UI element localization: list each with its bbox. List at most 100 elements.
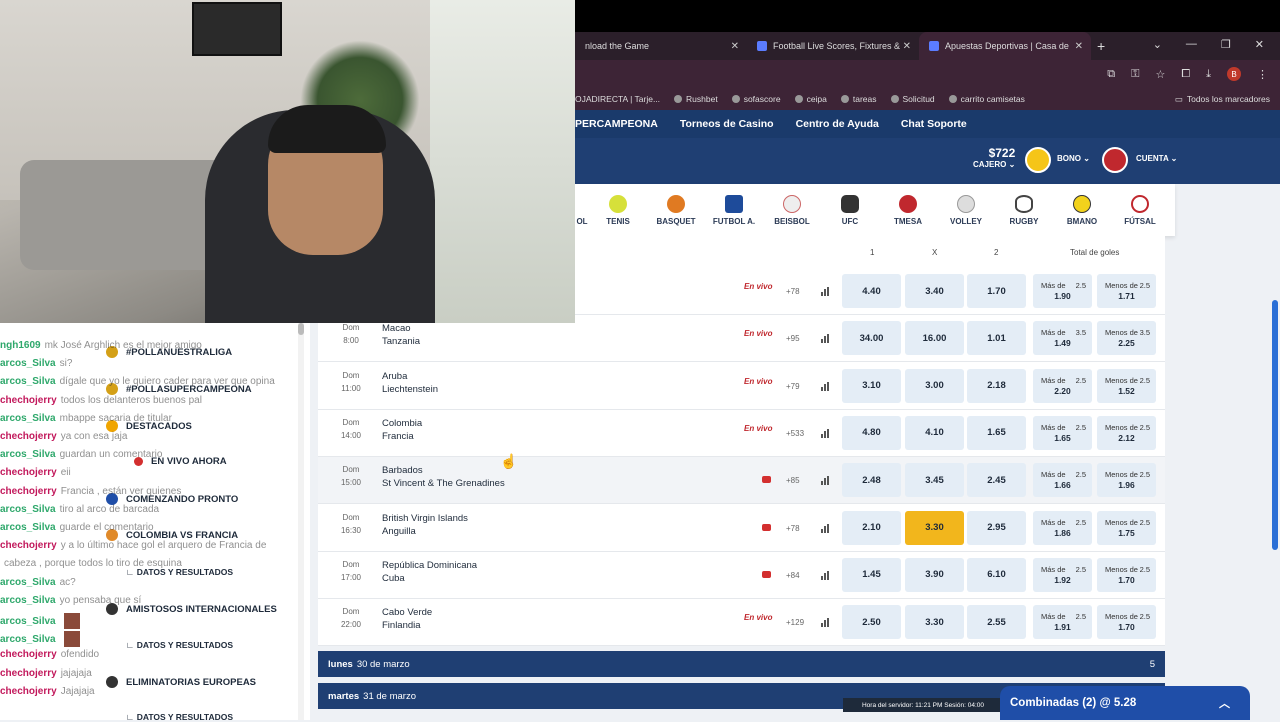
browser-tab[interactable]: Football Live Scores, Fixtures & ✕: [747, 32, 919, 60]
odd-home[interactable]: 4.80: [842, 415, 901, 450]
stats-icon[interactable]: [821, 476, 830, 486]
odd-over[interactable]: Más de 2.5 1.90: [1033, 274, 1092, 308]
key-icon[interactable]: ⚿: [1131, 68, 1139, 81]
odd-home[interactable]: 2.50: [842, 605, 901, 640]
more-markets[interactable]: +533: [786, 429, 804, 438]
stream-icon[interactable]: [762, 476, 771, 484]
team-home[interactable]: República Dominicana: [382, 560, 477, 571]
close-icon[interactable]: ✕: [731, 41, 739, 52]
more-markets[interactable]: +78: [786, 524, 800, 533]
odd-away[interactable]: 1.70: [967, 274, 1026, 308]
sport-tmesa[interactable]: TMESA: [879, 194, 937, 226]
odd-away[interactable]: 2.45: [967, 463, 1026, 498]
extensions-icon[interactable]: ⧠: [1181, 68, 1190, 81]
bookmark[interactable]: ceipa: [794, 94, 827, 104]
profile-avatar[interactable]: B: [1227, 67, 1241, 81]
sidebar-item-amistosos[interactable]: AMISTOSOS INTERNACIONALES: [106, 603, 277, 615]
match-row[interactable]: Dom 17:00 República Dominicana Cuba +84 1.45 3…: [318, 551, 1165, 599]
odd-away[interactable]: 1.01: [967, 321, 1026, 356]
team-away[interactable]: St Vincent & The Grenadines: [382, 478, 505, 489]
team-away[interactable]: Tanzania: [382, 336, 420, 347]
team-away[interactable]: Liechtenstein: [382, 384, 438, 395]
sport-beisbol[interactable]: BEISBOL: [763, 194, 821, 226]
odd-away[interactable]: 2.95: [967, 510, 1026, 545]
sport-volley[interactable]: VOLLEY: [937, 194, 995, 226]
chevron-down-icon[interactable]: ⌄: [1153, 38, 1162, 51]
team-away[interactable]: Finlandia: [382, 620, 421, 631]
odd-over[interactable]: Más de 2.5 1.92: [1033, 557, 1092, 592]
stream-icon[interactable]: [762, 570, 771, 578]
odd-away[interactable]: 2.55: [967, 605, 1026, 640]
team-away[interactable]: Francia: [382, 431, 414, 442]
stats-icon[interactable]: [821, 428, 830, 438]
odd-under[interactable]: Menos de 2.5 1.52: [1097, 368, 1156, 403]
more-markets[interactable]: +129: [786, 618, 804, 627]
odd-away[interactable]: 2.18: [967, 368, 1026, 403]
odd-over[interactable]: Más de 2.5 2.20: [1033, 368, 1092, 403]
team-home[interactable]: Colombia: [382, 418, 422, 429]
more-markets[interactable]: +85: [786, 476, 800, 485]
stream-icon[interactable]: [762, 523, 771, 531]
menu-icon[interactable]: ⋮: [1257, 68, 1268, 81]
odd-home[interactable]: 3.10: [842, 368, 901, 403]
bookmark[interactable]: carrito camisetas: [948, 94, 1025, 104]
odd-home[interactable]: 2.10: [842, 510, 901, 545]
more-markets[interactable]: +79: [786, 382, 800, 391]
bono-icon[interactable]: [1025, 147, 1051, 173]
odd-over[interactable]: Más de 2.5 1.86: [1033, 510, 1092, 545]
bookmark[interactable]: sofascore: [731, 94, 781, 104]
match-row[interactable]: Dom 22:00 Cabo Verde Finlandia En vivo +129 2.…: [318, 599, 1165, 647]
chevron-up-icon[interactable]: ︿: [1219, 695, 1230, 711]
browser-tab[interactable]: nload the Game ✕: [575, 32, 747, 60]
odd-draw[interactable]: 3.30: [905, 510, 964, 545]
close-window-icon[interactable]: ✕: [1255, 38, 1264, 51]
new-tab-button[interactable]: +: [1097, 38, 1105, 54]
stats-icon[interactable]: [821, 381, 830, 391]
odd-draw[interactable]: 16.00: [905, 321, 964, 356]
nav-item[interactable]: Centro de Ayuda: [796, 118, 879, 130]
sport-rugby[interactable]: RUGBY: [995, 194, 1053, 226]
sidebar-sub-datos[interactable]: ∟ DATOS Y RESULTADOS: [126, 640, 233, 650]
page-scrollbar[interactable]: [1272, 300, 1278, 550]
browser-tab-active[interactable]: Apuestas Deportivas | Casa de ✕: [919, 32, 1091, 60]
install-icon[interactable]: ⧉: [1107, 68, 1115, 81]
team-home[interactable]: Cabo Verde: [382, 607, 432, 618]
sidebar-sub-datos[interactable]: ∟ DATOS Y RESULTADOS: [126, 567, 233, 577]
combinadas-betslip[interactable]: Combinadas (2) @ 5.28 ︿: [1000, 686, 1250, 720]
sidebar-item-pollasupercampeona[interactable]: #POLLASUPERCAMPEONA: [106, 383, 252, 395]
cuenta-label[interactable]: CUENTA ⌄: [1136, 154, 1177, 163]
bookmark[interactable]: OJADIRECTA | Tarje...: [575, 94, 660, 104]
scroll-thumb[interactable]: [298, 323, 304, 335]
odd-draw[interactable]: 3.30: [905, 605, 964, 640]
sidebar-scrollbar[interactable]: [298, 323, 304, 720]
stats-icon[interactable]: [821, 523, 830, 533]
odd-draw[interactable]: 3.90: [905, 557, 964, 592]
sidebar-item-en-vivo[interactable]: EN VIVO AHORA: [134, 456, 227, 467]
odd-over[interactable]: Más de 2.5 1.65: [1033, 415, 1092, 450]
star-icon[interactable]: ☆: [1155, 68, 1165, 81]
team-home[interactable]: Barbados: [382, 465, 423, 476]
close-icon[interactable]: ✕: [1075, 41, 1083, 52]
match-row[interactable]: Dom 16:30 British Virgin Islands Anguilla +7…: [318, 504, 1165, 552]
nav-item[interactable]: Torneos de Casino: [680, 118, 774, 130]
bookmark[interactable]: Solicitud: [890, 94, 935, 104]
odd-under[interactable]: Menos de 2.5 1.70: [1097, 557, 1156, 592]
balance-display[interactable]: $722 CAJERO ⌄: [973, 146, 1015, 169]
sport-bmano[interactable]: BMANO: [1053, 194, 1111, 226]
odd-home[interactable]: 4.40: [842, 274, 901, 308]
account-avatar-icon[interactable]: [1102, 147, 1128, 173]
odd-under[interactable]: Menos de 2.5 1.96: [1097, 463, 1156, 498]
odd-over[interactable]: Más de 2.5 1.91: [1033, 605, 1092, 640]
match-row[interactable]: Dom 14:00 Colombia Francia En vivo +533 4.80 4.…: [318, 409, 1165, 457]
bono-label[interactable]: BONO ⌄: [1057, 154, 1090, 163]
bookmark[interactable]: tareas: [840, 94, 877, 104]
team-away[interactable]: Cuba: [382, 573, 405, 584]
odd-under[interactable]: Menos de 2.5 1.75: [1097, 510, 1156, 545]
odd-home[interactable]: 2.48: [842, 463, 901, 498]
stats-icon[interactable]: [821, 618, 830, 628]
nav-item[interactable]: Chat Soporte: [901, 118, 967, 130]
team-home[interactable]: Aruba: [382, 371, 407, 382]
odd-draw[interactable]: 4.10: [905, 415, 964, 450]
sport-ufc[interactable]: UFC: [821, 194, 879, 226]
odd-draw[interactable]: 3.45: [905, 463, 964, 498]
